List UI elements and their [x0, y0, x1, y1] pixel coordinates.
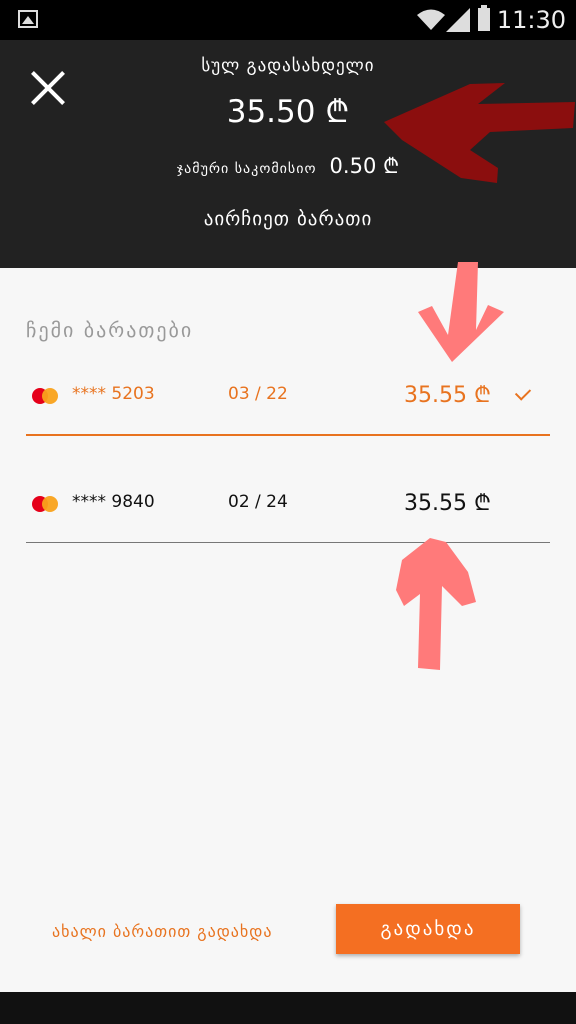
card-row[interactable]: **** 5203 03 / 22 35.55 ₾ [26, 366, 550, 436]
battery-icon [478, 5, 490, 31]
card-expiry: 03 / 22 [228, 384, 288, 404]
gallery-icon [18, 10, 38, 28]
pay-button[interactable]: გადახდა [336, 904, 520, 954]
checkmark-icon [514, 384, 532, 401]
choose-card-title: აირჩიეთ ბარათი [203, 208, 373, 230]
commission: ჯამური საკომისიო 0.50 ₾ [0, 152, 576, 180]
card-number: **** 9840 [72, 492, 155, 512]
card-number: **** 5203 [72, 384, 155, 404]
total-label: სულ გადასახდელი [201, 56, 375, 76]
signal-icon [446, 8, 470, 32]
navigation-bar [0, 992, 576, 1024]
pay-with-new-card-link[interactable]: ახალი ბარათით გადახდა [52, 922, 272, 941]
mastercard-icon [32, 388, 60, 404]
mastercard-icon [32, 496, 60, 512]
card-expiry: 02 / 24 [228, 492, 288, 512]
card-amount: 35.55 ₾ [404, 383, 491, 408]
wifi-icon [417, 9, 445, 30]
commission-amount: 0.50 ₾ [329, 154, 400, 178]
pink-down-arrow-annotation [418, 262, 504, 362]
total-amount: 35.50 ₾ [226, 94, 350, 130]
my-cards-title: ჩემი ბარათები [26, 318, 194, 342]
payment-header: სულ გადასახდელი 35.50 ₾ ჯამური საკომისიო… [0, 40, 576, 268]
pink-up-arrow-annotation [396, 538, 476, 670]
commission-label: ჯამური საკომისიო [176, 161, 317, 177]
card-amount: 35.55 ₾ [404, 491, 491, 516]
card-row[interactable]: **** 9840 02 / 24 35.55 ₾ [26, 474, 550, 543]
status-bar: 11:30 [0, 0, 576, 40]
clock: 11:30 [496, 6, 566, 34]
